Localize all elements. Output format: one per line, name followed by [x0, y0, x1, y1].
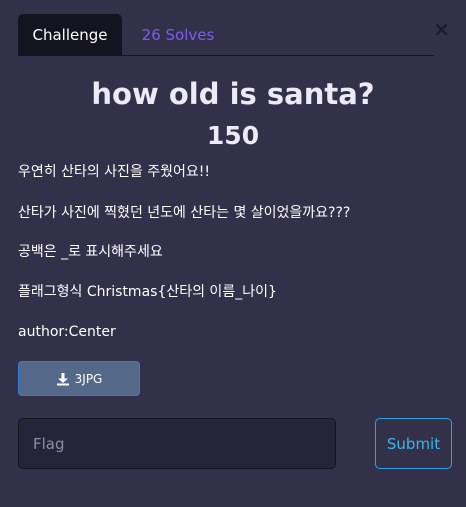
submit-button[interactable]: Submit [375, 418, 452, 469]
flag-input[interactable] [18, 418, 336, 469]
description-line: author:Center [18, 324, 116, 340]
challenge-points: 150 [206, 121, 260, 150]
close-icon[interactable]: × [433, 19, 450, 39]
description-line: 공백은 _로 표시해주세요 [18, 244, 163, 260]
description-line: 플래그형식 Christmas{산타의 이름_나이} [18, 284, 277, 300]
tab-challenge[interactable]: Challenge [18, 14, 122, 55]
challenge-modal: × Challenge 26 Solves how old is santa? … [0, 0, 466, 507]
description-line: 산타가 사진에 찍혔던 년도에 산타는 몇 살이었을까요??? [18, 205, 351, 221]
file-download-button[interactable]: 3JPG [18, 361, 140, 396]
download-icon [56, 372, 69, 385]
tab-bar: Challenge 26 Solves [18, 14, 434, 56]
description-line: 우연히 산타의 사진을 주웠어요!! [18, 164, 211, 180]
challenge-title: how old is santa? [91, 77, 375, 111]
tab-solves[interactable]: 26 Solves [124, 14, 232, 55]
file-name: 3JPG [74, 371, 103, 386]
